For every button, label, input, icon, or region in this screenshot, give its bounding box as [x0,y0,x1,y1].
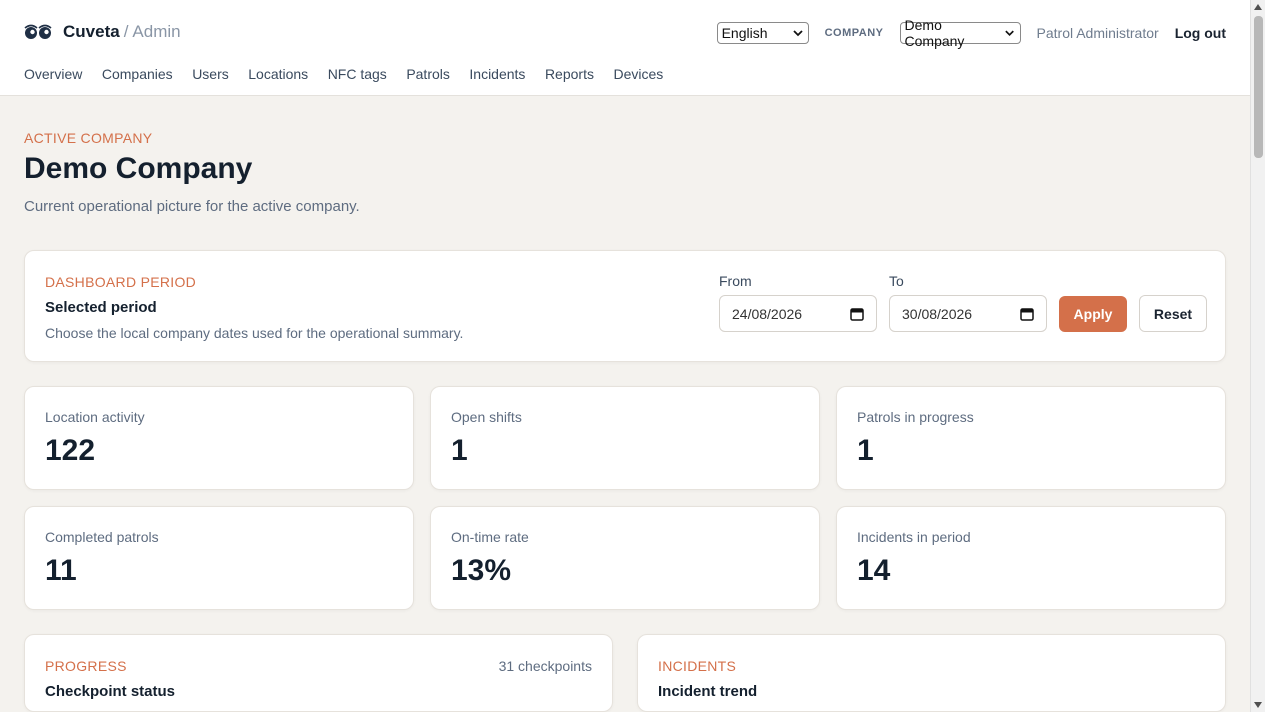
incident-trend-panel: INCIDENTS Incident trend [637,634,1226,712]
main-nav: Overview Companies Users Locations NFC t… [24,66,683,82]
page-subtitle: Current operational picture for the acti… [24,198,360,215]
to-label: To [889,273,904,289]
nav-overview[interactable]: Overview [24,66,82,82]
panel-title: Incident trend [658,683,758,700]
stat-card-open-shifts: Open shifts 1 [430,386,820,490]
panel-eyebrow: PROGRESS [45,658,127,674]
stat-card-completed-patrols: Completed patrols 11 [24,506,414,610]
nav-users[interactable]: Users [192,66,229,82]
page-title: Demo Company [24,152,253,185]
nav-devices[interactable]: Devices [613,66,663,82]
panel-title: Checkpoint status [45,683,176,700]
to-date-input[interactable]: 30/08/2026 [889,295,1047,332]
page-eyebrow: ACTIVE COMPANY [24,130,153,146]
stat-value: 13% [451,554,512,587]
language-select-value: English [721,25,768,41]
period-title: Selected period [45,299,157,316]
nav-companies[interactable]: Companies [102,66,173,82]
stat-value: 14 [857,554,891,587]
from-label: From [719,273,752,289]
scroll-up-icon[interactable] [1254,4,1262,10]
stat-label: Location activity [45,409,145,425]
company-select-value: Demo Company [904,17,965,49]
stat-card-incidents-in-period: Incidents in period 14 [836,506,1226,610]
stat-label: On-time rate [451,529,529,545]
scroll-down-icon[interactable] [1254,702,1262,708]
current-user: Patrol Administrator [1036,25,1159,41]
nav-reports[interactable]: Reports [545,66,594,82]
company-label: COMPANY [824,27,884,39]
nav-locations[interactable]: Locations [248,66,308,82]
stat-label: Patrols in progress [857,409,974,425]
chevron-down-icon [1005,30,1015,37]
nav-incidents[interactable]: Incidents [469,66,525,82]
brand[interactable]: Cuveta / Admin [24,20,181,44]
calendar-icon[interactable] [850,307,864,321]
checkpoint-status-panel: PROGRESS Checkpoint status 31 checkpoint… [24,634,613,712]
stat-label: Incidents in period [857,529,971,545]
period-description: Choose the local company dates used for … [45,325,464,341]
apply-button[interactable]: Apply [1059,296,1127,332]
chevron-down-icon [792,30,803,37]
language-select[interactable]: English [716,22,809,44]
to-date-value: 30/08/2026 [902,305,973,322]
brand-area: Admin [132,22,181,41]
stat-value: 11 [45,554,77,587]
brand-name: Cuveta [63,22,120,41]
scrollbar-thumb[interactable] [1254,16,1263,158]
top-bar: Cuveta / Admin English COMPANY Demo Comp… [0,0,1250,96]
stat-value: 122 [45,434,96,467]
company-select[interactable]: Demo Company [899,17,1021,49]
stat-value: 1 [857,434,874,467]
stat-label: Completed patrols [45,529,159,545]
from-date-value: 24/08/2026 [732,305,803,322]
reset-button[interactable]: Reset [1139,295,1207,332]
stat-value: 1 [451,434,468,467]
stat-card-location-activity: Location activity 122 [24,386,414,490]
stat-card-on-time-rate: On-time rate 13% [430,506,820,610]
panel-eyebrow: INCIDENTS [658,658,737,674]
period-eyebrow: DASHBOARD PERIOD [45,274,197,290]
brand-separator: / [123,22,129,41]
page-scrollbar[interactable] [1250,0,1265,712]
nav-nfc-tags[interactable]: NFC tags [328,66,387,82]
stat-label: Open shifts [451,409,522,425]
stat-card-patrols-in-progress: Patrols in progress 1 [836,386,1226,490]
checkpoint-count: 31 checkpoints [498,658,592,674]
calendar-icon[interactable] [1020,307,1034,321]
header-controls: English COMPANY Demo Company Patrol Admi… [716,17,1226,49]
dashboard-period-card: DASHBOARD PERIOD Selected period Choose … [24,250,1226,362]
nav-patrols[interactable]: Patrols [406,66,450,82]
logout-link[interactable]: Log out [1175,25,1226,41]
eye-logo-icon [24,24,52,39]
from-date-input[interactable]: 24/08/2026 [719,295,877,332]
